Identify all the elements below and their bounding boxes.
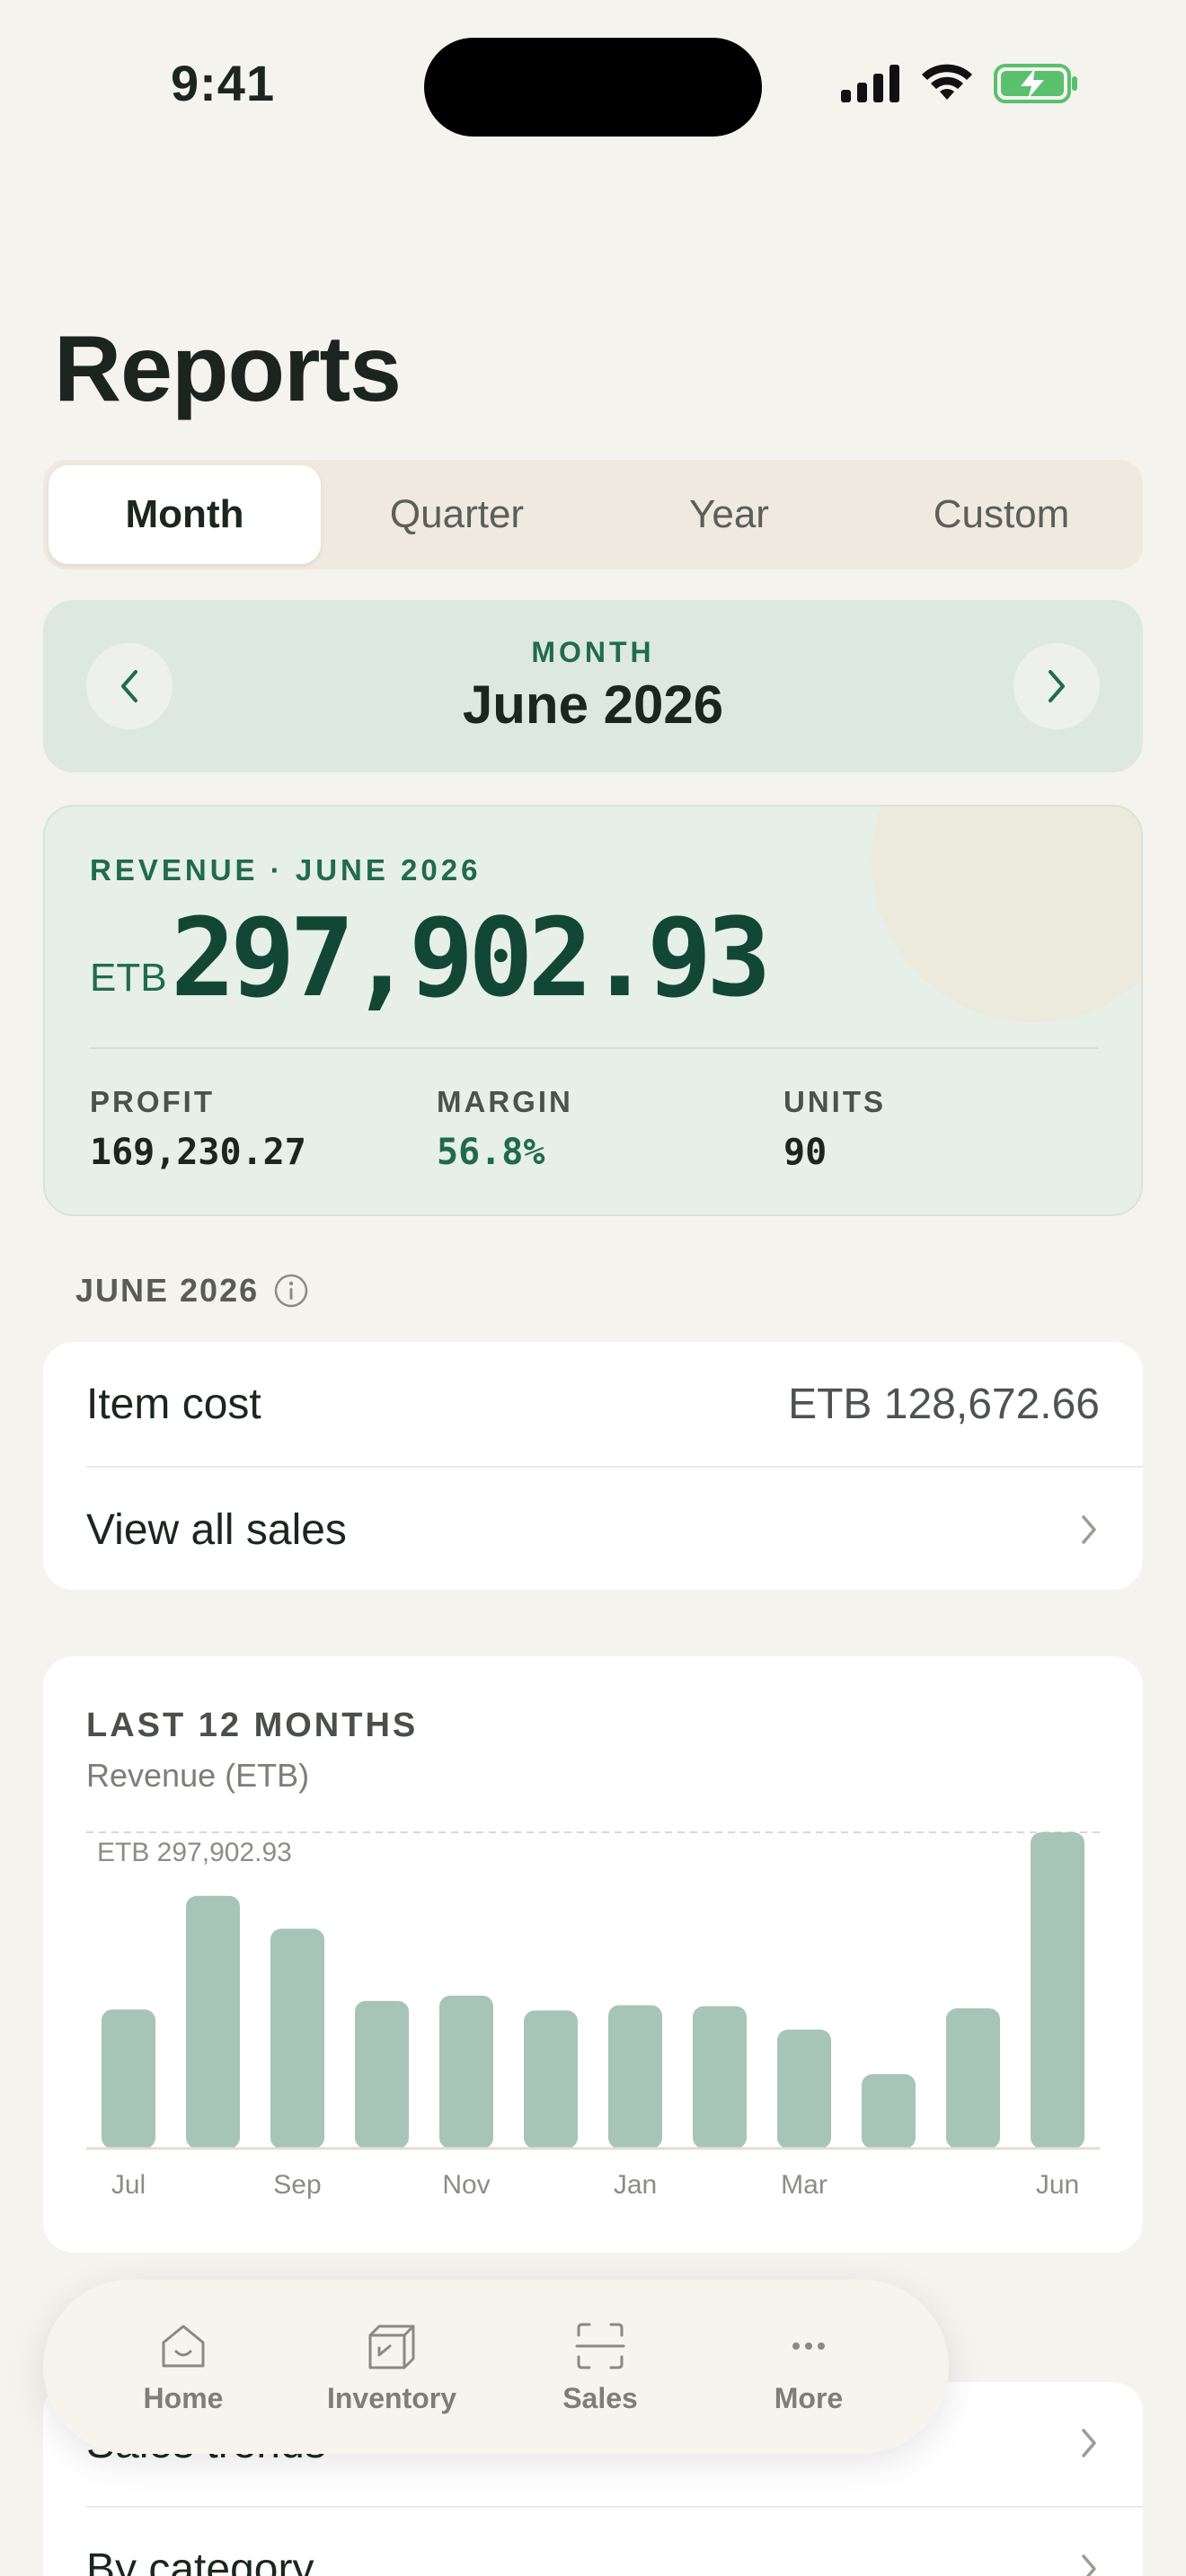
chart-bar-jun[interactable] bbox=[1031, 1832, 1084, 2148]
bottom-tab-bar: Home Inventory Sales More bbox=[43, 2280, 949, 2454]
period-segmented-control: Month Quarter Year Custom bbox=[43, 460, 1143, 569]
chevron-right-icon bbox=[1082, 2554, 1096, 2576]
wifi-icon bbox=[922, 64, 972, 100]
tab-inventory-label: Inventory bbox=[326, 2381, 457, 2414]
metric-margin: MARGIN 56.8% bbox=[437, 1085, 573, 1173]
revenue-chart-card: LAST 12 MONTHS Revenue (ETB) ETB 297,902… bbox=[43, 1656, 1143, 2253]
box-icon bbox=[368, 2325, 415, 2369]
chart-bar-dec[interactable] bbox=[524, 2010, 578, 2148]
chart-bar-aug[interactable] bbox=[186, 1895, 240, 2148]
chart-bar-apr[interactable] bbox=[862, 2074, 916, 2148]
by-category-row[interactable]: By category bbox=[86, 2508, 1100, 2576]
chevron-right-icon bbox=[1082, 2429, 1096, 2457]
view-all-sales-row[interactable]: View all sales bbox=[86, 1468, 1100, 1592]
divider bbox=[90, 1047, 1098, 1049]
tab-sales-label: Sales bbox=[562, 2381, 638, 2414]
chart-bar-mar[interactable] bbox=[777, 2029, 831, 2148]
metric-label: PROFIT bbox=[90, 1085, 215, 1118]
chevron-right-icon bbox=[1049, 670, 1065, 702]
metric-label: UNITS bbox=[783, 1085, 886, 1118]
metric-label: MARGIN bbox=[437, 1085, 573, 1118]
tab-more[interactable]: More bbox=[710, 2319, 907, 2415]
metric-profit: PROFIT 169,230.27 bbox=[90, 1085, 306, 1173]
tab-year[interactable]: Year bbox=[593, 465, 865, 564]
revenue-label: REVENUE · JUNE 2026 bbox=[90, 853, 482, 887]
metric-units: UNITS 90 bbox=[783, 1085, 886, 1173]
chart-bar-feb[interactable] bbox=[693, 2006, 747, 2148]
reference-line-label: ETB 297,902.93 bbox=[97, 1838, 292, 1867]
home-icon bbox=[162, 2325, 205, 2367]
tab-custom[interactable]: Custom bbox=[865, 465, 1137, 564]
view-all-sales-label: View all sales bbox=[86, 1505, 347, 1554]
x-tick-label: Nov bbox=[442, 2170, 490, 2200]
cost-list-card: Item cost ETB 128,672.66 View all sales bbox=[43, 1342, 1143, 1590]
status-time: 9:41 bbox=[171, 55, 276, 111]
tab-home[interactable]: Home bbox=[84, 2319, 282, 2415]
metric-value: 90 bbox=[783, 1132, 828, 1173]
info-icon[interactable] bbox=[273, 1273, 309, 1309]
chart-bar-sep[interactable] bbox=[270, 1928, 324, 2148]
x-tick-label: Mar bbox=[781, 2170, 828, 2200]
period-navigator: MONTH June 2026 bbox=[43, 600, 1143, 772]
section-title: JUNE 2026 bbox=[75, 1272, 260, 1309]
x-tick-label: Jun bbox=[1036, 2170, 1079, 2200]
tab-inventory[interactable]: Inventory bbox=[293, 2319, 491, 2415]
revenue-card: REVENUE · JUNE 2026 ETB 297,902.93 PROFI… bbox=[43, 805, 1143, 1216]
chart-bar-jan[interactable] bbox=[608, 2005, 662, 2148]
item-cost-row: Item cost ETB 128,672.66 bbox=[86, 1342, 1100, 1466]
section-header: JUNE 2026 bbox=[75, 1272, 309, 1310]
status-icons bbox=[841, 63, 1078, 104]
metric-value: 56.8% bbox=[437, 1132, 545, 1173]
tab-home-label: Home bbox=[143, 2381, 224, 2414]
x-tick-label: Sep bbox=[273, 2170, 321, 2200]
signal-icon bbox=[841, 65, 899, 102]
period-value: June 2026 bbox=[462, 675, 724, 735]
page-title: Reports bbox=[54, 317, 402, 421]
period-caption: MONTH bbox=[531, 636, 655, 668]
chart-bar-nov[interactable] bbox=[439, 1995, 493, 2148]
by-category-label: By category bbox=[86, 2545, 314, 2576]
tab-more-label: More bbox=[774, 2381, 844, 2414]
tab-quarter[interactable]: Quarter bbox=[321, 465, 593, 564]
metric-value: 169,230.27 bbox=[90, 1132, 306, 1173]
chart-bar-jul[interactable] bbox=[102, 2009, 155, 2148]
tab-sales[interactable]: Sales bbox=[501, 2319, 699, 2415]
decorative-circle bbox=[872, 807, 1141, 1022]
next-period-button[interactable] bbox=[1013, 643, 1100, 729]
dynamic-island bbox=[424, 38, 762, 137]
scan-icon bbox=[575, 2323, 625, 2369]
revenue-amount: 297,902.93 bbox=[171, 896, 771, 1021]
more-icon bbox=[792, 2342, 825, 2350]
item-cost-value: ETB 128,672.66 bbox=[788, 1380, 1100, 1428]
x-tick-label: Jul bbox=[111, 2170, 146, 2200]
chart-bar-oct[interactable] bbox=[355, 2000, 409, 2148]
battery-icon bbox=[994, 64, 1077, 103]
x-tick-label: Jan bbox=[614, 2170, 657, 2200]
item-cost-label: Item cost bbox=[86, 1380, 261, 1428]
chart-bar-may[interactable] bbox=[946, 2008, 1000, 2148]
revenue-currency: ETB bbox=[90, 956, 167, 1000]
tab-month[interactable]: Month bbox=[49, 465, 321, 564]
revenue-bar-chart: ETB 297,902.93 Jul Sep Nov Jan Mar Jun bbox=[86, 1831, 1100, 2200]
chevron-right-icon bbox=[1082, 1515, 1096, 1544]
